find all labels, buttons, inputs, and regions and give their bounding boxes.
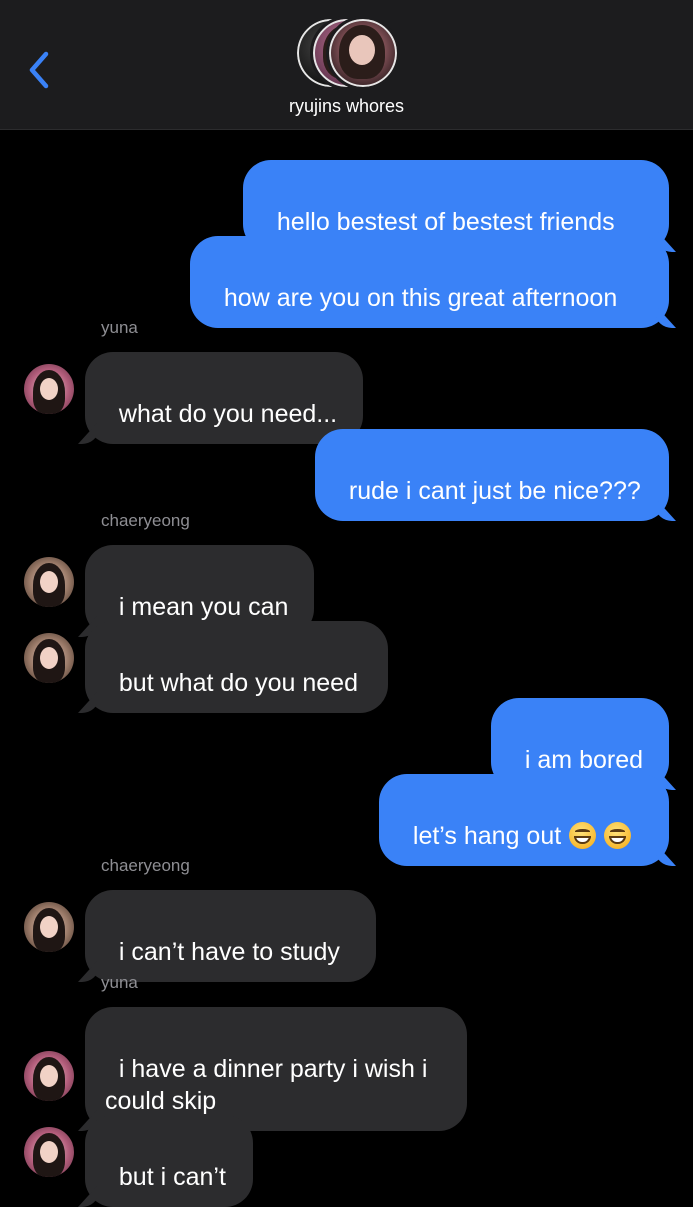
group-avatar-stack[interactable] [294,14,404,90]
conversation-header: ryujins whores [0,0,693,130]
sender-name: chaeryeong [101,856,190,875]
avatar[interactable] [24,1051,74,1101]
outgoing-message-bubble[interactable]: let’s hang out [379,774,669,866]
avatar[interactable] [24,364,74,414]
sender-name: chaeryeong [101,511,190,530]
message-text: but i can’t [118,1163,226,1191]
sender-name: yuna [101,973,138,992]
message-text: hello bestest of bestest friends [276,208,615,236]
message-text: i have a dinner party i wish i could ski… [105,1055,428,1115]
avatar[interactable] [24,557,74,607]
message-text: i can’t have to study [118,938,340,966]
avatar[interactable] [24,633,74,683]
outgoing-message-bubble[interactable]: how are you on this great afternoon [190,236,669,328]
message-text: what do you need... [118,400,338,428]
message-text: how are you on this great afternoon [223,284,618,312]
outgoing-message-bubble[interactable]: rude i cant just be nice??? [315,429,669,521]
avatar[interactable] [24,1127,74,1177]
chevron-left-icon [29,51,49,89]
message-text: let’s hang out [412,822,562,850]
incoming-message-bubble[interactable]: i have a dinner party i wish i could ski… [85,1007,467,1131]
message-text: but what do you need [118,669,358,697]
incoming-message-bubble[interactable]: what do you need... [85,352,363,444]
avatar[interactable] [24,902,74,952]
grinning-face-icon [569,822,597,849]
group-name[interactable]: ryujins whores [0,96,693,117]
incoming-message-bubble[interactable]: but i can’t [85,1115,253,1207]
sender-name: yuna [101,318,138,337]
message-text: i mean you can [118,593,289,621]
group-member-avatar [326,16,400,90]
back-button[interactable] [22,48,56,92]
incoming-message-bubble[interactable]: i can’t have to study [85,890,376,982]
message-text: i am bored [524,746,644,774]
grinning-face-icon [604,822,632,849]
message-text: rude i cant just be nice??? [348,477,641,505]
incoming-message-bubble[interactable]: but what do you need [85,621,388,713]
